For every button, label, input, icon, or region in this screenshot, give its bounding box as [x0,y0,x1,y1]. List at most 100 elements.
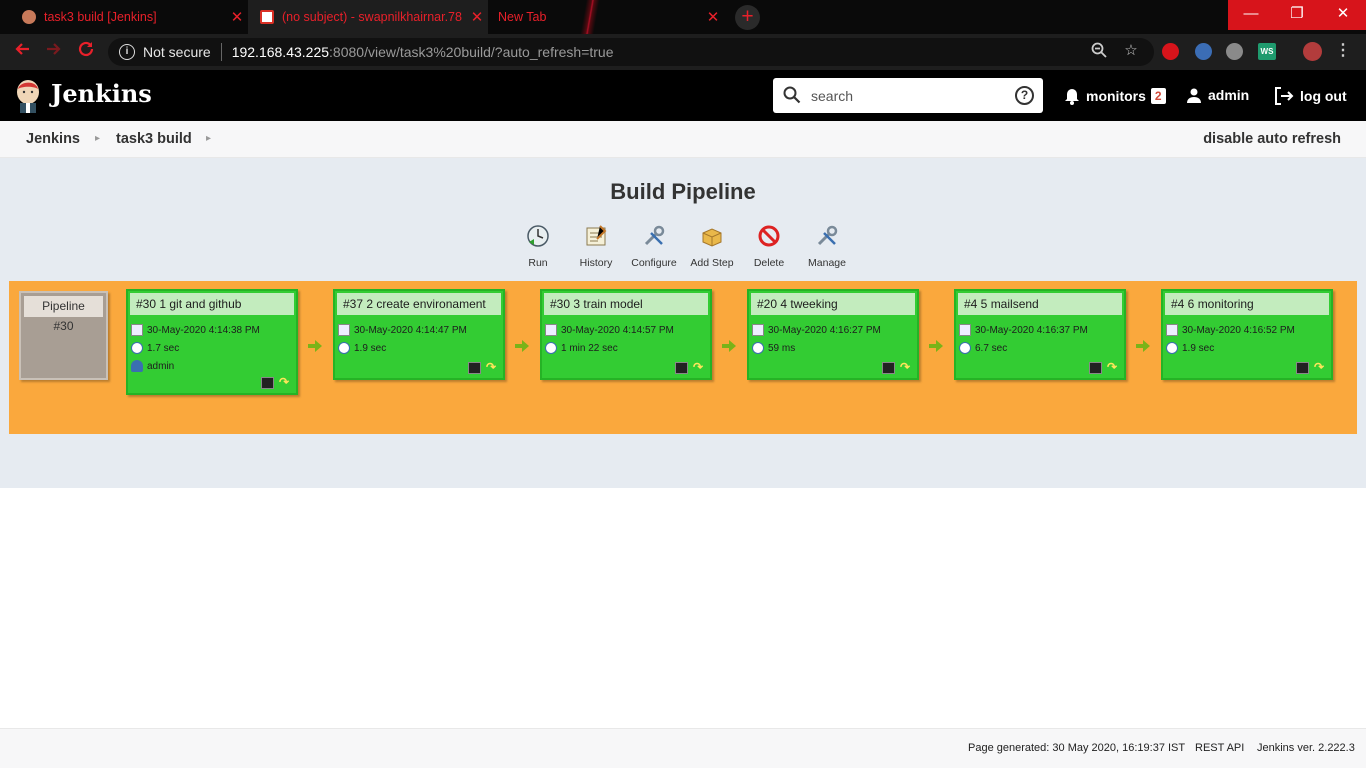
run-clock-icon [527,225,549,247]
close-tab-icon[interactable]: ✕ [702,8,724,26]
pipeline-job-card[interactable]: #20 4 tweeking 30-May-2020 4:16:27 PM 59… [747,289,919,380]
job-title[interactable]: #30 3 train model [544,293,708,315]
console-icon[interactable] [882,362,895,374]
jenkins-favicon-icon [22,10,36,24]
configure-button[interactable]: Configure [624,224,684,269]
search-input[interactable] [811,85,1001,107]
add-step-button[interactable]: Add Step [682,224,742,269]
job-title[interactable]: #30 1 git and github [130,293,294,315]
calendar-icon [1166,324,1178,336]
tab-title: (no subject) - swapnilkhairnar.78 [282,10,462,24]
build-pipeline-row: Pipeline #30 #30 1 git and github 30-May… [9,281,1357,434]
monitors-link[interactable]: monitors 2 [1063,87,1166,105]
back-arrow-icon[interactable] [10,40,34,64]
next-step-arrow-icon [1136,340,1150,352]
job-title[interactable]: #37 2 create environament [337,293,501,315]
address-bar[interactable]: i Not secure 192.168.43.225 :8080/view/t… [108,38,1154,66]
job-duration: 59 ms [768,342,796,354]
console-icon[interactable] [675,362,688,374]
job-date: 30-May-2020 4:16:37 PM [975,324,1088,336]
delete-button[interactable]: Delete [739,224,799,269]
logout-link[interactable]: log out [1274,87,1347,105]
jenkins-header: Jenkins ? monitors 2 admin log out [0,70,1366,121]
clock-icon [959,342,971,354]
disable-auto-refresh-link[interactable]: disable auto refresh [1203,131,1341,147]
logout-label: log out [1300,88,1347,104]
pipeline-job-card[interactable]: #30 1 git and github 30-May-2020 4:14:38… [126,289,298,395]
breadcrumb-jenkins[interactable]: Jenkins [26,131,80,147]
restore-button[interactable]: ❐ [1274,0,1320,30]
forward-arrow-icon[interactable] [42,40,66,64]
pipeline-job-card[interactable]: #4 5 mailsend 30-May-2020 4:16:37 PM 6.7… [954,289,1126,380]
close-tab-icon[interactable]: ✕ [226,8,248,26]
next-step-arrow-icon [308,340,322,352]
calendar-icon [338,324,350,336]
rerun-arrow-icon[interactable]: ↷ [279,376,292,389]
browser-tab-gmail[interactable]: (no subject) - swapnilkhairnar.78 ✕ [248,0,488,34]
extension-icon[interactable] [1195,43,1212,60]
history-button[interactable]: History [566,224,626,269]
rest-api-link[interactable]: REST API [1195,742,1244,754]
job-duration: 1.7 sec [147,342,180,354]
main-panel: Build Pipeline Run History Configure Add… [0,158,1366,488]
chevron-right-icon[interactable]: ▸ [206,133,211,144]
next-step-arrow-icon [929,340,943,352]
console-icon[interactable] [468,362,481,374]
manage-button[interactable]: Manage [797,224,857,269]
breadcrumb-task3-build[interactable]: task3 build [116,131,192,147]
profile-avatar[interactable] [1303,42,1322,61]
user-icon [131,360,143,372]
rerun-arrow-icon[interactable]: ↷ [900,361,913,374]
pipeline-job-card[interactable]: #30 3 train model 30-May-2020 4:14:57 PM… [540,289,712,380]
security-label: Not secure [143,44,211,60]
browser-tab-strip: task3 build [Jenkins] ✕ (no subject) - s… [0,0,1366,34]
reload-icon[interactable] [74,40,98,64]
job-title[interactable]: #20 4 tweeking [751,293,915,315]
pipeline-job-card[interactable]: #37 2 create environament 30-May-2020 4:… [333,289,505,380]
job-date: 30-May-2020 4:14:47 PM [354,324,467,336]
ad-block-extension-icon[interactable] [1162,43,1179,60]
history-label: History [579,257,613,269]
package-add-icon [702,228,722,247]
tools-icon [817,225,838,246]
pipeline-number: #30 [53,319,74,333]
job-title[interactable]: #4 6 monitoring [1165,293,1329,315]
browser-menu-icon[interactable]: ⋮ [1334,42,1352,60]
url-host: 192.168.43.225 [231,44,330,60]
chevron-right-icon[interactable]: ▸ [95,133,100,144]
ws-extension-icon[interactable]: WS [1258,43,1276,60]
console-icon[interactable] [261,377,274,389]
browser-tab-newtab[interactable]: New Tab ✕ [488,0,724,34]
close-tab-icon[interactable]: ✕ [466,8,488,26]
browser-tab-jenkins[interactable]: task3 build [Jenkins] ✕ [0,0,248,34]
rerun-arrow-icon[interactable]: ↷ [1107,361,1120,374]
calendar-icon [752,324,764,336]
search-icon [783,86,801,104]
clock-icon [131,342,143,354]
zoom-icon[interactable] [1090,42,1108,60]
bookmark-star-icon[interactable]: ☆ [1122,42,1140,60]
minimize-button[interactable]: — [1228,0,1274,30]
jenkins-version-link[interactable]: Jenkins ver. 2.222.3 [1257,742,1355,754]
close-window-button[interactable]: ✕ [1320,0,1366,30]
info-icon[interactable]: i [119,44,135,60]
console-icon[interactable] [1296,362,1309,374]
download-extension-icon[interactable] [1226,43,1243,60]
pipeline-revision-box[interactable]: Pipeline #30 [19,291,108,380]
console-icon[interactable] [1089,362,1102,374]
rerun-arrow-icon[interactable]: ↷ [693,361,706,374]
user-link[interactable]: admin [1186,87,1249,103]
pipeline-label: Pipeline [24,296,103,317]
new-tab-button[interactable]: + [735,5,760,30]
tab-title: task3 build [Jenkins] [44,10,157,24]
run-button[interactable]: Run [508,224,568,269]
tab-title: New Tab [498,10,547,24]
rerun-arrow-icon[interactable]: ↷ [1314,361,1327,374]
job-title[interactable]: #4 5 mailsend [958,293,1122,315]
help-icon[interactable]: ? [1015,86,1034,105]
jenkins-brand-title[interactable]: Jenkins [51,79,152,108]
pipeline-job-card[interactable]: #4 6 monitoring 30-May-2020 4:16:52 PM 1… [1161,289,1333,380]
job-duration: 1.9 sec [354,342,387,354]
jenkins-logo-icon[interactable] [14,79,42,113]
rerun-arrow-icon[interactable]: ↷ [486,361,499,374]
